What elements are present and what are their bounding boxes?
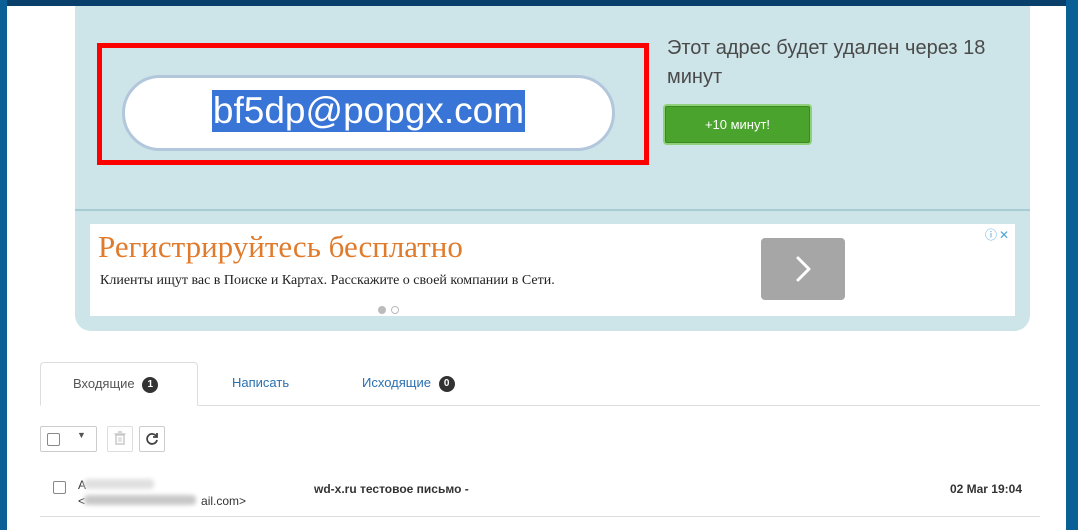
expire-notice: Этот адрес будет удален через 18 минут (667, 37, 986, 88)
mail-tabs: Входящие 1 Написать Исходящие 0 (40, 362, 1040, 406)
message-subject[interactable]: wd-x.ru тестовое письмо - (314, 482, 469, 496)
tab-compose[interactable]: Написать (232, 362, 289, 405)
outbox-count-badge: 0 (438, 375, 455, 392)
trash-icon (114, 431, 126, 445)
highlight-annotation-box: bf5dp@popgx.com (97, 43, 649, 165)
tab-outbox-label: Исходящие (362, 375, 431, 390)
tab-outbox[interactable]: Исходящие 0 (362, 362, 455, 405)
tab-compose-label: Написать (232, 375, 290, 390)
chevron-right-icon (796, 256, 811, 282)
chevron-down-icon[interactable]: ▼ (77, 430, 86, 440)
page-content: bf5dp@popgx.com Этот адрес будет удален … (7, 6, 1066, 530)
ad-next-button[interactable] (761, 238, 845, 300)
redacted-sender-email (84, 495, 196, 505)
address-panel: bf5dp@popgx.com Этот адрес будет удален … (75, 6, 1030, 331)
ad-carousel-dots (378, 301, 404, 319)
inbox-count-badge: 1 (142, 376, 159, 393)
extend-time-button[interactable]: +10 минут! (665, 106, 810, 143)
select-all-checkbox[interactable] (47, 433, 60, 446)
frame-right-border (1066, 0, 1078, 530)
message-row[interactable]: A < ail.com> wd-x.ru тестовое письмо - 02… (40, 470, 1040, 517)
delete-button[interactable] (107, 426, 133, 452)
refresh-button[interactable] (139, 426, 165, 452)
carousel-dot-active[interactable] (378, 306, 386, 314)
select-all-dropdown[interactable]: ▼ (40, 426, 97, 452)
redacted-sender-name (84, 479, 154, 489)
carousel-dot-inactive[interactable] (391, 306, 399, 314)
sender-email-suffix: ail.com> (201, 494, 247, 508)
tab-inbox[interactable]: Входящие 1 (40, 362, 198, 406)
email-address-text[interactable]: bf5dp@popgx.com (211, 90, 526, 132)
frame-left-border (0, 0, 7, 530)
ad-info-close-icons[interactable]: ⓘ✕ (985, 226, 1011, 243)
refresh-icon (146, 433, 158, 445)
message-checkbox[interactable] (53, 481, 66, 494)
tab-inbox-label: Входящие (73, 376, 135, 391)
ad-description[interactable]: Клиенты ищут вас в Поиске и Картах. Расс… (100, 272, 555, 290)
email-address-field[interactable]: bf5dp@popgx.com (122, 75, 615, 151)
ad-banner[interactable]: Регистрируйтесь бесплатно Клиенты ищут в… (90, 224, 1015, 316)
message-date: 02 Mar 19:04 (949, 482, 1022, 496)
panel-divider (75, 209, 1030, 211)
ad-headline[interactable]: Регистрируйтесь бесплатно (98, 228, 463, 266)
